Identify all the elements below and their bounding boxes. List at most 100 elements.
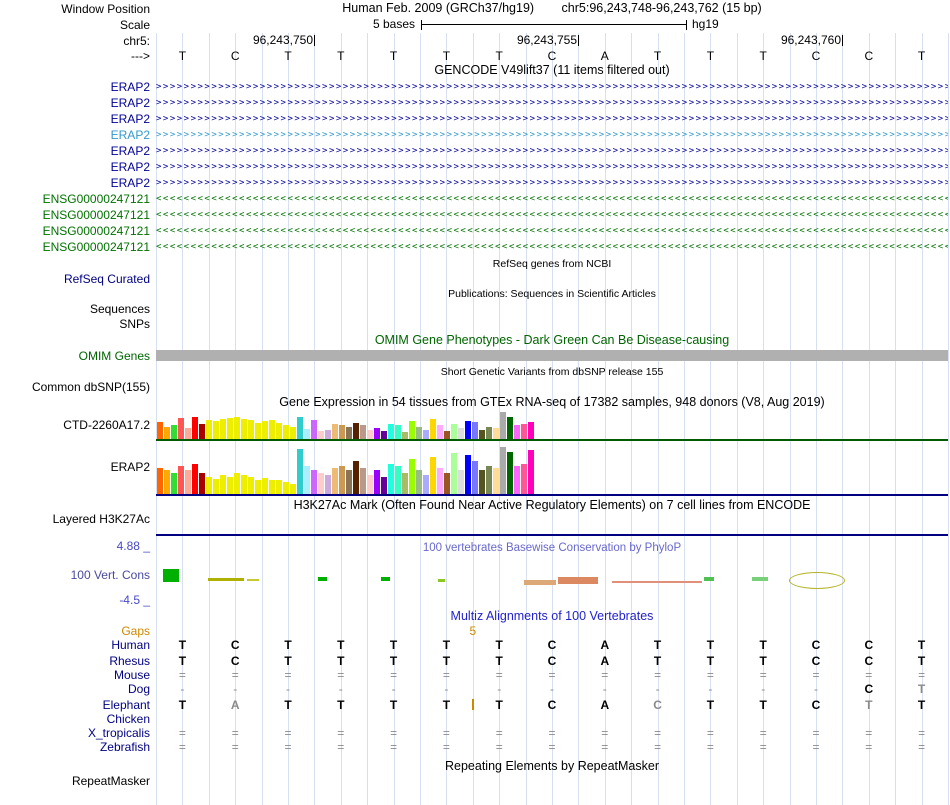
alignment-base: C bbox=[811, 698, 821, 712]
alignment-base: = bbox=[390, 740, 398, 754]
species-label-dog[interactable]: Dog bbox=[0, 682, 150, 696]
alignment-base: - bbox=[338, 682, 343, 696]
alignment-base: = bbox=[759, 668, 767, 682]
alignment-base: = bbox=[601, 668, 609, 682]
alignment-base: - bbox=[708, 682, 713, 696]
alignment-base: = bbox=[812, 668, 820, 682]
alignment-base: C bbox=[230, 638, 240, 652]
species-label-elephant[interactable]: Elephant bbox=[0, 698, 150, 712]
alignment-base: = bbox=[601, 740, 609, 754]
alignment-base: = bbox=[654, 726, 662, 740]
alignment-base: - bbox=[233, 682, 238, 696]
alignment-base: = bbox=[918, 668, 926, 682]
alignment-insert-marker bbox=[471, 699, 474, 710]
alignment-base: - bbox=[391, 682, 396, 696]
alignment-base: = bbox=[178, 726, 186, 740]
alignment-base: = bbox=[865, 668, 873, 682]
alignment-base: T bbox=[706, 698, 715, 712]
alignment-base: - bbox=[497, 682, 502, 696]
alignment-base: T bbox=[917, 638, 926, 652]
alignment-base: T bbox=[759, 654, 767, 668]
alignment-base: T bbox=[706, 638, 715, 652]
alignment-base: C bbox=[864, 654, 874, 668]
alignment-base: = bbox=[390, 726, 398, 740]
alignment-base: = bbox=[548, 668, 556, 682]
alignment-base: T bbox=[495, 698, 503, 712]
alignment-base: C bbox=[811, 638, 821, 652]
alignment-base: - bbox=[549, 682, 554, 696]
alignment-base: T bbox=[178, 638, 187, 652]
alignment-base: A bbox=[230, 698, 240, 712]
species-label-zebrafish[interactable]: Zebrafish bbox=[0, 740, 150, 754]
alignment-base: C bbox=[653, 698, 662, 712]
alignment-base: T bbox=[337, 654, 345, 668]
alignment-base: T bbox=[337, 638, 345, 652]
alignment-base: T bbox=[495, 638, 503, 652]
alignment-base: = bbox=[442, 668, 450, 682]
alignment-base: = bbox=[284, 740, 292, 754]
alignment-base: T bbox=[337, 698, 345, 712]
alignment-base: - bbox=[444, 682, 449, 696]
alignment-base: = bbox=[390, 668, 398, 682]
alignment-base: = bbox=[865, 726, 873, 740]
alignment-base: T bbox=[284, 654, 292, 668]
alignment-base: T bbox=[917, 698, 926, 712]
alignment-base: T bbox=[389, 654, 398, 668]
alignment-base: C bbox=[547, 654, 557, 668]
alignment-base: C bbox=[547, 638, 557, 652]
alignment-base: = bbox=[654, 740, 662, 754]
alignment-base: T bbox=[917, 654, 926, 668]
species-label-x_tropicalis[interactable]: X_tropicalis bbox=[0, 726, 150, 740]
alignment-base: T bbox=[759, 698, 767, 712]
alignment-base: C bbox=[230, 654, 240, 668]
alignment-base: - bbox=[761, 682, 766, 696]
species-label-chicken[interactable]: Chicken bbox=[0, 712, 150, 726]
alignment-base: = bbox=[601, 726, 609, 740]
repeatmasker-track-header[interactable]: Repeating Elements by RepeatMasker bbox=[156, 760, 948, 773]
alignment-base: T bbox=[653, 654, 662, 668]
alignment-base: = bbox=[918, 726, 926, 740]
alignment-base: = bbox=[231, 668, 239, 682]
alignment-base: C bbox=[811, 654, 821, 668]
alignment-base: = bbox=[442, 740, 450, 754]
genome-browser-image: Window Position Human Feb. 2009 (GRCh37/… bbox=[0, 0, 950, 805]
species-label-rhesus[interactable]: Rhesus bbox=[0, 654, 150, 668]
alignment-base: = bbox=[284, 726, 292, 740]
repeatmasker-label[interactable]: RepeatMasker bbox=[0, 774, 150, 788]
alignment-base: = bbox=[918, 740, 926, 754]
alignment-base: T bbox=[917, 682, 926, 696]
alignment-base: = bbox=[548, 726, 556, 740]
alignment-base: T bbox=[653, 638, 662, 652]
alignment-base: = bbox=[495, 726, 503, 740]
alignment-base: T bbox=[442, 654, 451, 668]
alignment-base: = bbox=[759, 726, 767, 740]
alignment-base: = bbox=[812, 740, 820, 754]
alignment-base: A bbox=[600, 654, 610, 668]
alignment-base: T bbox=[178, 698, 187, 712]
species-label-human[interactable]: Human bbox=[0, 638, 150, 652]
alignment-base: = bbox=[812, 726, 820, 740]
alignment-base: - bbox=[813, 682, 818, 696]
alignment-base: = bbox=[337, 740, 345, 754]
alignment-base: - bbox=[602, 682, 607, 696]
alignment-base: T bbox=[389, 698, 398, 712]
alignment-base: = bbox=[706, 726, 714, 740]
alignment-base: = bbox=[337, 726, 345, 740]
alignment-base: T bbox=[442, 698, 451, 712]
alignment-base: = bbox=[495, 740, 503, 754]
alignment-base: T bbox=[284, 638, 292, 652]
species-label-mouse[interactable]: Mouse bbox=[0, 668, 150, 682]
alignment-base: A bbox=[600, 638, 610, 652]
alignment-base: = bbox=[231, 740, 239, 754]
alignment-base: = bbox=[759, 740, 767, 754]
alignment-base: C bbox=[864, 638, 874, 652]
alignment-base: T bbox=[865, 698, 873, 712]
alignment-base: = bbox=[495, 668, 503, 682]
alignment-base: C bbox=[547, 698, 557, 712]
alignment-base: T bbox=[706, 654, 715, 668]
alignment-base: T bbox=[389, 638, 398, 652]
alignment-base: = bbox=[178, 740, 186, 754]
alignment-base: C bbox=[864, 682, 874, 696]
alignment-base: = bbox=[284, 668, 292, 682]
alignment-base: = bbox=[865, 740, 873, 754]
